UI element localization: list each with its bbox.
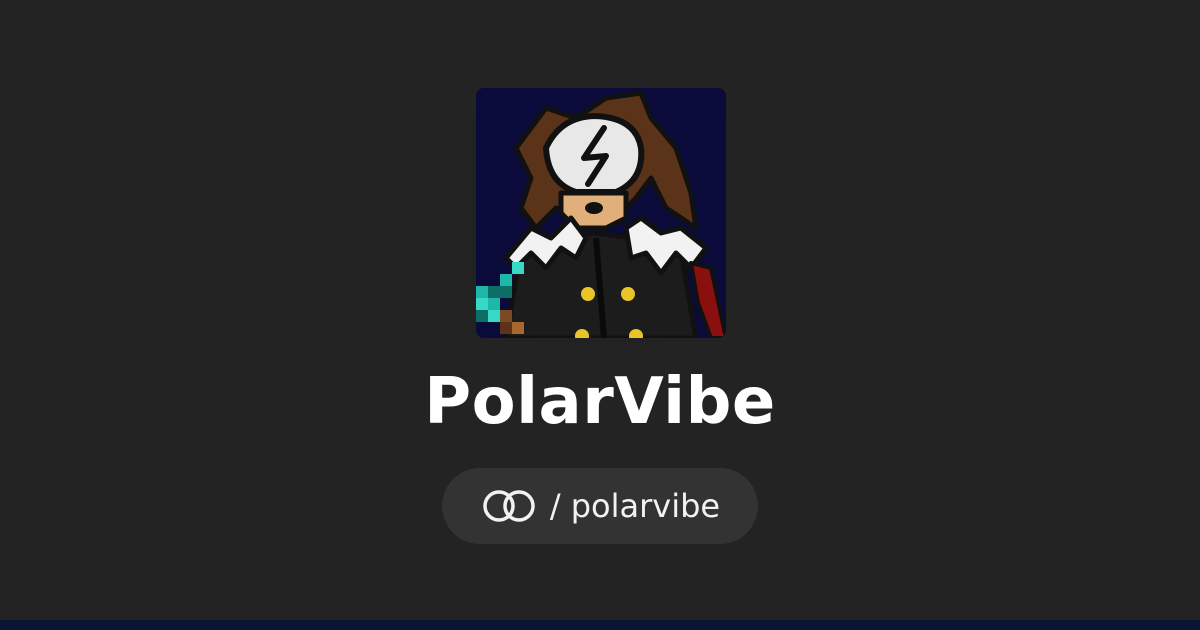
profile-card: PolarVibe / polarvibe [0,0,1200,630]
profile-handle-link[interactable]: / polarvibe [442,468,758,544]
handle-separator: / [549,487,561,525]
avatar [476,88,726,338]
interlocked-rings-logo-icon [480,488,538,524]
profile-handle: polarvibe [570,487,721,525]
profile-name: PolarVibe [424,365,776,439]
bottom-accent-bar [0,620,1200,630]
pixel-art-character-icon [476,88,726,338]
